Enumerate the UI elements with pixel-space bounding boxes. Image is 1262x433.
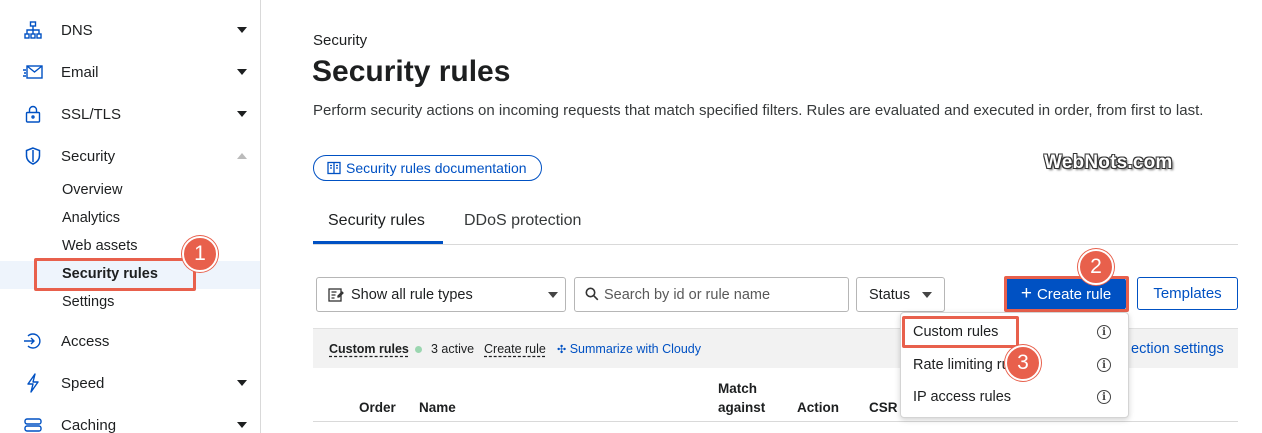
filter-list-icon bbox=[328, 287, 344, 307]
chevron-down-icon bbox=[237, 111, 247, 117]
protection-settings-link[interactable]: ection settings bbox=[1131, 341, 1224, 357]
lightning-icon bbox=[23, 373, 43, 393]
tab-ddos-protection[interactable]: DDoS protection bbox=[464, 212, 581, 230]
sidebar-item-label: Speed bbox=[61, 374, 105, 392]
book-icon bbox=[327, 161, 341, 178]
sidebar-subitem-web-assets[interactable]: Web assets bbox=[0, 233, 260, 261]
highlight-box bbox=[1004, 276, 1129, 312]
breadcrumb[interactable]: Security bbox=[313, 32, 367, 49]
column-header-name[interactable]: Name bbox=[419, 398, 456, 417]
sidebar-subitem-analytics[interactable]: Analytics bbox=[0, 205, 260, 233]
status-select-value: Status bbox=[869, 287, 911, 303]
sidebar-item-ssl-tls[interactable]: SSL/TLS bbox=[0, 100, 260, 128]
rule-type-select-value: Show all rule types bbox=[351, 287, 473, 303]
menu-item-ip-access-rules[interactable]: IP access rules i bbox=[901, 383, 1130, 413]
chevron-down-icon bbox=[237, 422, 247, 428]
sidebar-subitem-settings[interactable]: Settings bbox=[0, 289, 260, 317]
chevron-down-icon bbox=[237, 69, 247, 75]
custom-rules-link[interactable]: Custom rules bbox=[329, 342, 409, 356]
status-select[interactable]: Status bbox=[856, 277, 945, 312]
sidebar-item-label: SSL/TLS bbox=[61, 105, 122, 123]
sidebar: DNS Email SSL/TLS Security Overview Anal… bbox=[0, 0, 261, 433]
menu-item-label: Rate limiting ru bbox=[913, 357, 1010, 373]
tab-security-rules[interactable]: Security rules bbox=[328, 212, 425, 230]
sidebar-item-dns[interactable]: DNS bbox=[0, 16, 260, 44]
status-dot bbox=[415, 346, 422, 353]
tab-bar: Security rules DDoS protection bbox=[313, 200, 1238, 245]
step-badge: 2 bbox=[1078, 249, 1114, 285]
info-icon[interactable]: i bbox=[1097, 358, 1111, 372]
chevron-down-icon bbox=[922, 292, 932, 298]
step-badge: 3 bbox=[1005, 345, 1041, 381]
search-field[interactable] bbox=[574, 277, 849, 312]
database-icon bbox=[23, 415, 43, 433]
summarize-label: Summarize with Cloudy bbox=[569, 342, 701, 356]
info-icon[interactable]: i bbox=[1097, 325, 1111, 339]
create-rule-link[interactable]: Create rule bbox=[484, 342, 546, 356]
network-icon bbox=[23, 20, 43, 40]
sidebar-item-caching[interactable]: Caching bbox=[0, 411, 260, 433]
rule-type-select[interactable]: Show all rule types bbox=[316, 277, 566, 312]
summarize-with-cloudy-link[interactable]: ✣ Summarize with Cloudy bbox=[557, 342, 701, 356]
column-header-order[interactable]: Order bbox=[359, 398, 396, 417]
chevron-down-icon bbox=[237, 380, 247, 386]
highlight-box bbox=[34, 258, 196, 291]
shield-icon bbox=[23, 146, 43, 166]
documentation-button[interactable]: Security rules documentation bbox=[313, 155, 542, 181]
sidebar-item-security[interactable]: Security bbox=[0, 142, 260, 170]
sparkle-icon: ✣ bbox=[557, 344, 567, 356]
sidebar-item-label: Access bbox=[61, 332, 110, 350]
sidebar-item-access[interactable]: Access bbox=[0, 327, 260, 355]
watermark: WebNots.com bbox=[1044, 152, 1173, 173]
page-title: Security rules bbox=[312, 55, 511, 88]
page-description: Perform security actions on incoming req… bbox=[313, 102, 1204, 119]
lock-icon bbox=[23, 104, 43, 124]
active-tab-indicator bbox=[313, 241, 443, 244]
sidebar-item-label: Caching bbox=[61, 416, 117, 433]
step-badge: 1 bbox=[182, 236, 218, 272]
info-icon[interactable]: i bbox=[1097, 390, 1111, 404]
column-header-action[interactable]: Action bbox=[797, 398, 839, 417]
sidebar-item-email[interactable]: Email bbox=[0, 58, 260, 86]
sidebar-item-label: Email bbox=[61, 63, 99, 81]
search-icon bbox=[585, 287, 599, 306]
documentation-button-label: Security rules documentation bbox=[346, 160, 527, 176]
sidebar-subitem-label: Settings bbox=[62, 294, 115, 310]
access-icon bbox=[23, 331, 43, 351]
chevron-down-icon bbox=[548, 292, 558, 298]
templates-button[interactable]: Templates bbox=[1137, 277, 1238, 310]
sidebar-item-label: DNS bbox=[61, 21, 93, 39]
main-content: Security Security rules Perform security… bbox=[262, 0, 1262, 433]
active-count: 3 active bbox=[431, 342, 475, 356]
sidebar-subitem-label: Analytics bbox=[62, 210, 121, 226]
sidebar-subitem-overview[interactable]: Overview bbox=[0, 177, 260, 205]
sidebar-item-speed[interactable]: Speed bbox=[0, 369, 260, 397]
chevron-up-icon bbox=[237, 153, 247, 159]
sidebar-subitem-label: Overview bbox=[62, 182, 123, 198]
email-icon bbox=[23, 62, 43, 82]
highlight-box bbox=[902, 316, 1019, 348]
column-header-csr[interactable]: CSR bbox=[869, 398, 898, 417]
chevron-down-icon bbox=[237, 27, 247, 33]
sidebar-subitem-label: Web assets bbox=[62, 238, 138, 254]
menu-item-label: IP access rules bbox=[913, 389, 1012, 405]
search-input[interactable] bbox=[604, 285, 839, 305]
column-header-match-against[interactable]: Match against bbox=[718, 379, 778, 417]
sidebar-item-label: Security bbox=[61, 147, 116, 165]
